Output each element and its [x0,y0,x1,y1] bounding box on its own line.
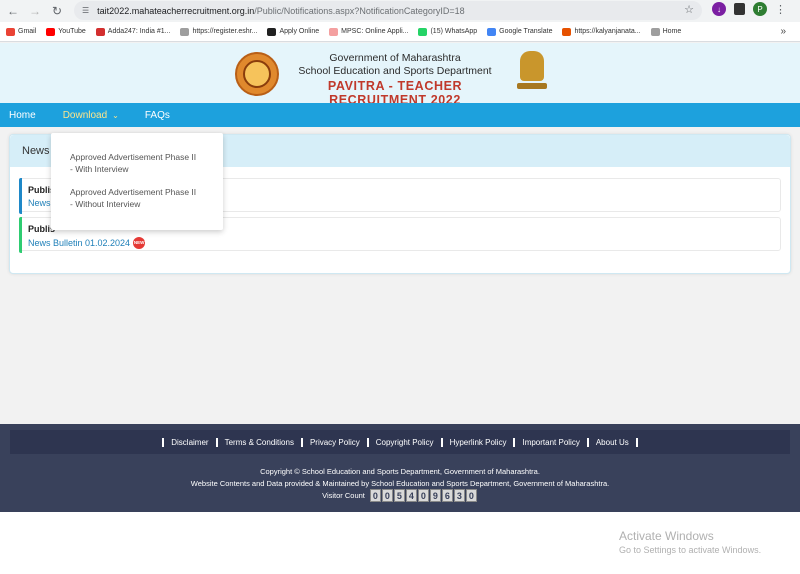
bookmark-label: https://register.eshr... [192,28,258,35]
visitor-digit: 0 [369,489,381,502]
chevron-down-icon: ⌄ [112,110,119,120]
url-host: tait2022.mahateacherrecruitment.org.in [97,5,255,16]
header-govt: Government of Maharashtra [329,52,461,64]
footer-link[interactable]: Hyperlink Policy [440,437,514,447]
new-badge: NEW [133,237,146,249]
news-accent-bar [19,217,22,253]
reload-icon[interactable]: ↻ [48,2,66,20]
visitor-digit: 4 [405,489,417,502]
bookmark-item[interactable]: https://register.eshr... [180,27,258,36]
bookmark-label: Apply Online [279,28,320,35]
bookmark-label: Adda247: India #1... [107,28,171,35]
visitor-counter: Visitor Count 005409630 [0,489,800,502]
bookmarks-overflow-icon[interactable]: » [780,26,786,37]
visitor-digit: 5 [393,489,405,502]
dropdown-item-line2: - Without Interview [70,199,141,209]
toolbar-actions: ↓ P ⋮ [712,2,786,16]
bookmark-label: YouTube [58,28,86,35]
dropdown-item-without-interview[interactable]: Approved Advertisement Phase II - Withou… [70,186,223,210]
side-panel-icon[interactable] [734,3,745,15]
address-bar[interactable]: ☰ tait2022.mahateacherrecruitment.org.in… [74,1,702,20]
bookmark-label: Google Translate [499,28,553,35]
bookmark-label: Home [662,28,682,35]
site-info-icon[interactable]: ☰ [82,6,89,15]
footer-link[interactable]: Copyright Policy [366,437,441,447]
forward-icon[interactable]: → [26,2,44,20]
bookmark-favicon-icon [46,27,56,36]
visitor-digit: 3 [453,489,465,502]
site-footer: Disclaimer Terms & Conditions Privacy Poli… [0,424,800,512]
maharashtra-seal-icon [235,52,279,96]
footer-link[interactable]: Terms & Conditions [215,437,301,447]
back-icon[interactable]: ← [4,2,22,20]
footer-links: Disclaimer Terms & Conditions Privacy Poli… [10,430,790,454]
bookmark-item[interactable]: MPSC: Online Appli... [329,27,409,36]
dropdown-item-line1: Approved Advertisement Phase II [70,152,197,162]
nav-faqs[interactable]: FAQs [135,110,180,121]
dropdown-item-with-interview[interactable]: Approved Advertisement Phase II - With I… [70,151,223,175]
download-dropdown: Approved Advertisement Phase II - With I… [51,133,223,230]
bookmark-item[interactable]: Gmail [6,27,37,36]
visitor-digit: 0 [465,489,477,502]
news-item-link[interactable]: News Bulletin 01.02.2024 NEW [28,237,146,249]
bookmark-favicon-icon [418,27,428,36]
browser-toolbar: ← → ↻ ☰ tait2022.mahateacherrecruitment.… [0,0,800,22]
bookmark-item[interactable]: Google Translate [487,27,553,36]
bookmark-label: (15) WhatsApp [430,28,478,35]
site-header: Government of Maharashtra School Educati… [0,43,800,107]
bookmark-label: MPSC: Online Appli... [341,28,409,35]
footer-link[interactable]: Disclaimer [162,437,215,447]
news-item-link-text: News Bulletin 01.02.2024 [28,238,131,248]
visitor-digit: 0 [381,489,393,502]
news-item-link[interactable]: News [28,198,51,208]
bookmarks-bar: Gmail YouTube Adda247: India #1... https://… [0,22,800,42]
national-emblem-icon [515,51,549,97]
profile-avatar[interactable]: P [753,2,767,16]
dropdown-item-line1: Approved Advertisement Phase II [70,187,197,197]
url-path: /Public/Notifications.aspx?NotificationC… [254,5,465,16]
activate-subtitle: Go to Settings to activate Windows. [619,545,762,555]
visitor-digit: 0 [417,489,429,502]
header-text: Government of Maharashtra School Educati… [285,52,505,107]
header-department: School Education and Sports Department [298,65,492,77]
footer-link[interactable]: Privacy Policy [300,437,367,447]
bookmark-label: Gmail [18,28,37,35]
bookmark-favicon-icon [95,27,105,36]
footer-link[interactable]: About Us [586,437,638,447]
bookmark-favicon-icon [329,27,339,36]
bookmark-favicon-icon [6,27,15,36]
bookmark-label: https://kalyanjanata... [574,28,641,35]
bookmark-favicon-icon [487,27,497,36]
visitor-digit: 6 [441,489,453,502]
news-accent-bar [19,178,22,214]
browser-menu-icon[interactable]: ⋮ [775,3,786,16]
bookmark-item[interactable]: Adda247: India #1... [95,27,171,36]
news-item-link-text: News [28,198,51,208]
bookmark-favicon-icon [562,27,572,36]
footer-copyright: Copyright © School Education and Sports … [0,466,800,490]
footer-link[interactable]: Important Policy [513,437,586,447]
copyright-line: Copyright © School Education and Sports … [260,467,540,476]
bookmark-favicon-icon [650,27,660,36]
bookmark-item[interactable]: YouTube [46,27,86,36]
dropdown-item-line2: - With Interview [70,164,129,174]
main-nav: Home Download ⌄ FAQs [0,103,800,127]
bookmark-item[interactable]: (15) WhatsApp [418,27,478,36]
bookmark-item[interactable]: Home [650,27,682,36]
nav-download[interactable]: Download ⌄ [53,110,129,121]
bookmark-star-icon[interactable]: ☆ [684,3,694,16]
windows-activation-watermark: Activate Windows Go to Settings to activ… [619,529,761,555]
visitor-digits: 005409630 [369,489,478,502]
nav-home[interactable]: Home [0,110,53,121]
bookmark-item[interactable]: Apply Online [267,27,320,36]
nav-download-label: Download [62,109,108,121]
bookmark-favicon-icon [267,27,277,36]
activate-title: Activate Windows [619,529,714,543]
visitor-label: Visitor Count [322,491,365,500]
bookmark-favicon-icon [180,27,190,36]
bookmark-item[interactable]: https://kalyanjanata... [562,27,641,36]
download-icon[interactable]: ↓ [712,2,726,16]
visitor-digit: 9 [429,489,441,502]
